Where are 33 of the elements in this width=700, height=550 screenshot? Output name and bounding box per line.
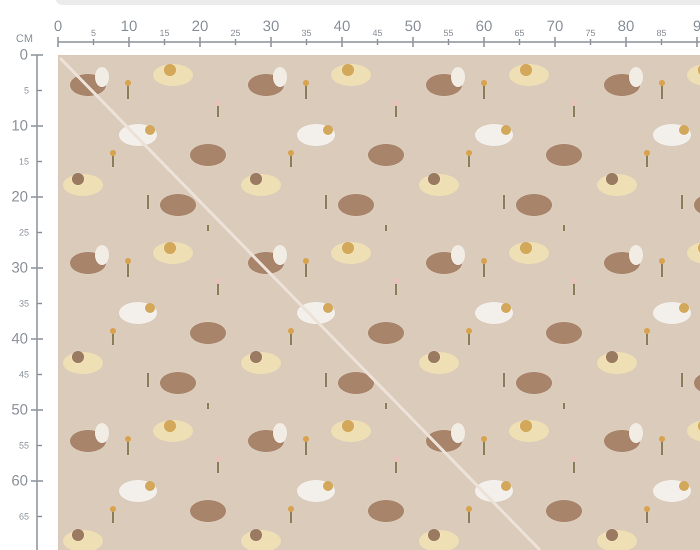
ruler-label: 10 [120,18,138,35]
ruler-label: 55 [444,28,454,38]
ruler-label: 20 [11,188,28,206]
ruler-label: 40 [334,18,350,35]
ruler-label: 35 [18,298,29,308]
ruler-label: 25 [230,28,240,38]
ruler-label: 65 [18,512,29,522]
ruler-label: 40 [11,330,28,348]
ruler-label: 45 [18,370,29,380]
ruler-label: 0 [20,46,28,64]
ruler-label: 10 [11,118,28,134]
ruler-label: 60 [476,18,492,35]
ruler-label: 80 [618,18,634,35]
ruler-label: 75 [586,28,596,38]
ruler-label: 55 [18,440,29,450]
ruler-label: 15 [18,156,29,166]
ruler-label: 15 [160,28,170,38]
ruler-label: 65 [514,28,524,38]
ruler-label: 60 [11,472,28,490]
ruler-label: 85 [656,28,666,38]
ruler-label: 45 [372,28,382,38]
ruler-label: 50 [11,402,28,418]
ruler-label: 5 [24,86,29,96]
ruler-label: 50 [404,18,422,35]
ruler-label: 70 [546,18,564,35]
ruler-label: 35 [302,28,312,38]
ruler-label: 5 [91,28,96,38]
ruler-label: 25 [18,228,29,238]
ruler-label: 0 [54,18,62,35]
ruler-label: 30 [11,260,28,276]
unit-label: CM [16,33,33,45]
ruler-label: 30 [262,18,280,35]
ruler-label: 20 [192,18,208,35]
